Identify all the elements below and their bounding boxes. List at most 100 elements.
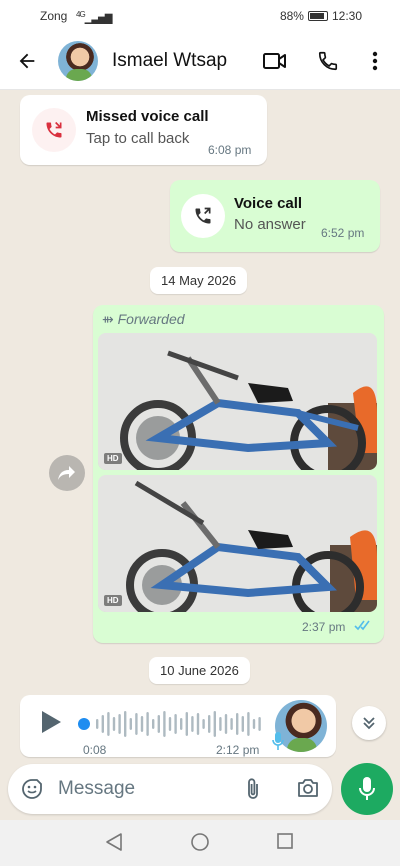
forward-icon [58, 466, 75, 480]
forwarded-text: Forwarded [117, 311, 185, 327]
voice-call-button[interactable] [313, 46, 343, 76]
message-composer[interactable]: Message [8, 764, 332, 814]
network-type: 4G [76, 10, 86, 19]
waveform-bar [152, 719, 155, 729]
waveform-bar [258, 717, 261, 731]
scroll-to-bottom-button[interactable] [352, 706, 386, 740]
voice-note-time: 2:12 pm [216, 743, 260, 757]
missed-call-bubble[interactable]: Missed voice call Tap to call back 6:08 … [20, 95, 267, 165]
forwarded-icon: ⇻ [102, 311, 114, 327]
more-options-button[interactable] [360, 46, 390, 76]
waveform-bar [224, 714, 228, 734]
forwarded-media-bubble[interactable]: ⇻ Forwarded HD HD 2:37 pm [93, 305, 384, 643]
play-icon [42, 711, 61, 733]
emoji-sticker-button[interactable] [20, 777, 44, 806]
camera-button[interactable] [296, 777, 320, 804]
waveform-bar [118, 714, 121, 734]
date-separator: 10 June 2026 [149, 657, 250, 684]
chat-area[interactable]: Missed voice call Tap to call back 6:08 … [0, 90, 400, 760]
media-photo[interactable]: HD [98, 475, 377, 612]
mic-icon [359, 777, 375, 800]
waveform-bar [129, 718, 132, 730]
mic-badge-icon [272, 731, 284, 756]
waveform-bar [140, 716, 144, 732]
phone-icon [318, 51, 338, 71]
carrier-name: Zong [40, 9, 68, 23]
waveform-bar [202, 719, 205, 729]
clock: 12:30 [331, 9, 362, 23]
bicycle-image [98, 475, 377, 612]
missed-call-title: Missed voice call [86, 108, 209, 125]
missed-call-time: 6:08 pm [208, 143, 252, 157]
waveform-bar [213, 711, 216, 737]
nav-recents-button[interactable] [276, 832, 294, 855]
signal-icon: 4G▁▃▅▇ [76, 10, 112, 25]
waveform-bar [168, 717, 172, 731]
voice-call-time: 6:52 pm [321, 226, 365, 240]
status-bar: Zong 4G▁▃▅▇ 88% 12:30 [0, 0, 400, 32]
waveform-bar [135, 713, 138, 735]
waveform-bar [163, 711, 166, 737]
system-nav-bar [0, 820, 400, 866]
forwarded-label: ⇻ Forwarded [102, 311, 185, 328]
contact-avatar[interactable] [58, 41, 98, 81]
waveform-bar [230, 718, 233, 730]
video-call-button[interactable] [260, 46, 290, 76]
date-separator: 14 May 2026 [150, 267, 248, 294]
chat-header: Ismael Wtsap [0, 32, 400, 90]
nav-home-button[interactable] [190, 832, 210, 857]
waveform-bar [208, 715, 211, 733]
hd-badge: HD [104, 595, 122, 606]
back-arrow-icon [19, 53, 35, 69]
forwarded-time: 2:37 pm [302, 620, 346, 634]
battery-icon [307, 11, 328, 21]
voice-call-title: Voice call [234, 195, 303, 212]
waveform-bar [219, 717, 222, 731]
media-photo[interactable]: HD [98, 333, 377, 470]
sticker-icon [22, 779, 42, 799]
waveform-bar [191, 716, 194, 732]
forward-shortcut-button[interactable] [49, 455, 85, 491]
waveform-bar [96, 719, 99, 729]
double-chevron-down-icon [363, 717, 375, 730]
waveform-bar [101, 715, 104, 733]
contact-name[interactable]: Ismael Wtsap [112, 50, 227, 72]
waveform-bar [107, 712, 110, 736]
waveform-bar [196, 713, 200, 735]
playback-position-knob[interactable] [78, 718, 90, 730]
outgoing-call-icon [181, 194, 225, 238]
waveform-bar [174, 714, 177, 734]
voice-note-bubble[interactable]: 0:08 2:12 pm [20, 695, 336, 757]
voice-waveform[interactable] [78, 709, 268, 739]
waveform-bar [185, 712, 188, 736]
status-right: 88% 12:30 [280, 9, 362, 23]
voice-call-subtitle: No answer [234, 216, 306, 233]
missed-call-icon [32, 108, 76, 152]
battery-level: 88% [279, 9, 304, 23]
message-input[interactable]: Message [58, 778, 135, 800]
bicycle-image [98, 333, 377, 470]
waveform-bar [247, 712, 250, 736]
attach-button[interactable] [245, 777, 261, 806]
video-call-icon [263, 53, 286, 69]
waveform-bar [252, 719, 256, 729]
square-recents-icon [277, 833, 293, 849]
waveform-bar [124, 711, 127, 737]
camera-icon [298, 779, 318, 797]
play-button[interactable] [40, 710, 62, 739]
waveform-bar [112, 717, 116, 731]
circle-home-icon [191, 833, 209, 851]
back-button[interactable] [12, 46, 42, 76]
paperclip-icon [248, 778, 258, 799]
voice-record-button[interactable] [341, 763, 393, 815]
waveform-bar [236, 713, 239, 735]
read-ticks-icon [354, 618, 372, 636]
more-vert-icon [372, 51, 378, 71]
waveform-bar [157, 715, 160, 733]
hd-badge: HD [104, 453, 122, 464]
triangle-back-icon [106, 833, 122, 851]
waveform-bar [180, 718, 183, 730]
nav-back-button[interactable] [105, 832, 123, 857]
waveform-bar [146, 712, 149, 736]
voice-call-bubble[interactable]: Voice call No answer 6:52 pm [170, 180, 380, 252]
